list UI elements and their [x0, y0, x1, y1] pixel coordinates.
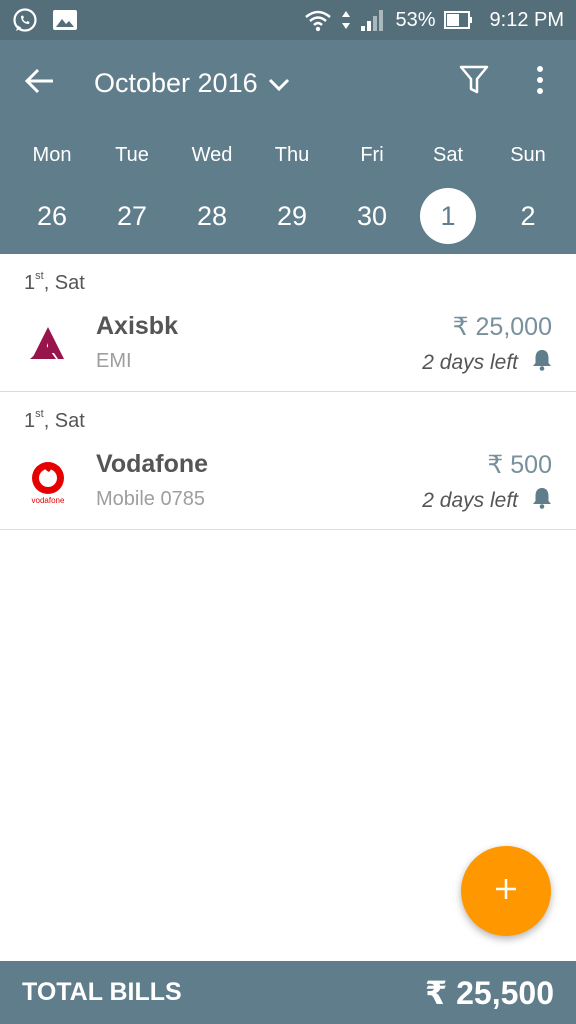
axis-bank-logo — [24, 320, 72, 368]
day-name: Sat — [432, 144, 464, 166]
filter-button[interactable] — [450, 56, 498, 108]
signal-icon — [359, 8, 387, 32]
day-tue[interactable]: Tue 27 — [92, 140, 172, 244]
bill-category: Mobile 0785 — [96, 488, 205, 510]
battery-percent: 53% — [395, 8, 436, 31]
bill-amount: ₹ 25,000 — [452, 313, 552, 341]
date-number: 1 — [24, 410, 36, 432]
plus-icon — [493, 876, 519, 907]
total-amount: ₹ 25,500 — [424, 974, 554, 1011]
day-number: 26 — [36, 201, 68, 231]
gallery-icon — [52, 9, 78, 31]
day-number: 27 — [116, 201, 148, 231]
day-name: Wed — [191, 144, 233, 166]
bill-due: 2 days left — [422, 349, 552, 377]
bill-category: EMI — [96, 350, 132, 372]
vodafone-logo: vodafone — [24, 458, 72, 506]
bill-due: 2 days left — [422, 487, 552, 515]
bell-icon[interactable] — [532, 349, 552, 377]
day-fri[interactable]: Fri 30 — [332, 140, 412, 244]
status-time: 9:12 PM — [489, 8, 564, 31]
total-bills-bar: TOTAL BILLS ₹ 25,500 — [0, 961, 576, 1024]
biller-name: Vodafone — [96, 450, 209, 478]
bell-icon[interactable] — [532, 487, 552, 515]
day-number: 30 — [356, 201, 388, 231]
day-number: 29 — [276, 201, 308, 231]
date-suffix: st — [35, 408, 44, 421]
whatsapp-icon — [12, 7, 38, 33]
day-number: 28 — [196, 201, 228, 231]
month-title: October 2016 — [94, 67, 258, 98]
back-arrow-icon — [24, 67, 56, 100]
app-bar: October 2016 Mon 26 Tue 27 Wed 28 Thu 29… — [0, 40, 576, 254]
day-wed[interactable]: Wed 28 — [172, 140, 252, 244]
month-selector[interactable]: October 2016 — [94, 68, 290, 99]
day-name: Mon — [32, 144, 72, 166]
date-day: , Sat — [43, 410, 85, 432]
date-suffix: st — [35, 270, 44, 283]
svg-text:vodafone: vodafone — [32, 496, 65, 505]
data-arrows-icon — [341, 8, 351, 32]
bill-amount: ₹ 500 — [487, 451, 552, 479]
bill-item-axisbk[interactable]: 1st, Sat Axisbk EMI ₹ 25,000 2 days left — [0, 254, 576, 392]
date-day: , Sat — [43, 272, 85, 294]
day-name: Fri — [360, 144, 384, 166]
total-label: TOTAL BILLS — [22, 978, 182, 1006]
biller-name: Axisbk — [96, 312, 178, 340]
day-name: Tue — [115, 144, 149, 166]
day-name: Sun — [510, 144, 546, 166]
bill-date: 1st, Sat — [24, 270, 85, 295]
day-name: Thu — [274, 144, 310, 166]
bills-list: 1st, Sat Axisbk EMI ₹ 25,000 2 days left — [0, 254, 576, 530]
more-options-button[interactable] — [516, 56, 564, 108]
add-bill-button[interactable] — [461, 846, 551, 936]
chevron-down-icon — [268, 68, 290, 99]
filter-icon — [459, 64, 489, 101]
day-number: 1 — [420, 188, 476, 244]
day-mon[interactable]: Mon 26 — [12, 140, 92, 244]
date-number: 1 — [24, 272, 36, 294]
day-thu[interactable]: Thu 29 — [252, 140, 332, 244]
status-bar: 53% 9:12 PM — [0, 0, 576, 40]
toolbar: October 2016 — [0, 40, 576, 126]
day-sat-selected[interactable]: Sat 1 — [408, 140, 488, 244]
day-sun[interactable]: Sun 2 — [488, 140, 568, 244]
bill-item-vodafone[interactable]: 1st, Sat vodafone Vodafone Mobile 0785 ₹… — [0, 392, 576, 530]
due-text: 2 days left — [422, 351, 518, 374]
wifi-icon — [303, 8, 333, 32]
more-vert-icon — [535, 65, 545, 100]
due-text: 2 days left — [422, 489, 518, 512]
back-button[interactable] — [12, 55, 68, 111]
bill-date: 1st, Sat — [24, 408, 85, 433]
day-number: 2 — [520, 201, 536, 231]
battery-icon — [443, 9, 474, 31]
week-strip: Mon 26 Tue 27 Wed 28 Thu 29 Fri 30 Sat 1… — [0, 140, 576, 250]
